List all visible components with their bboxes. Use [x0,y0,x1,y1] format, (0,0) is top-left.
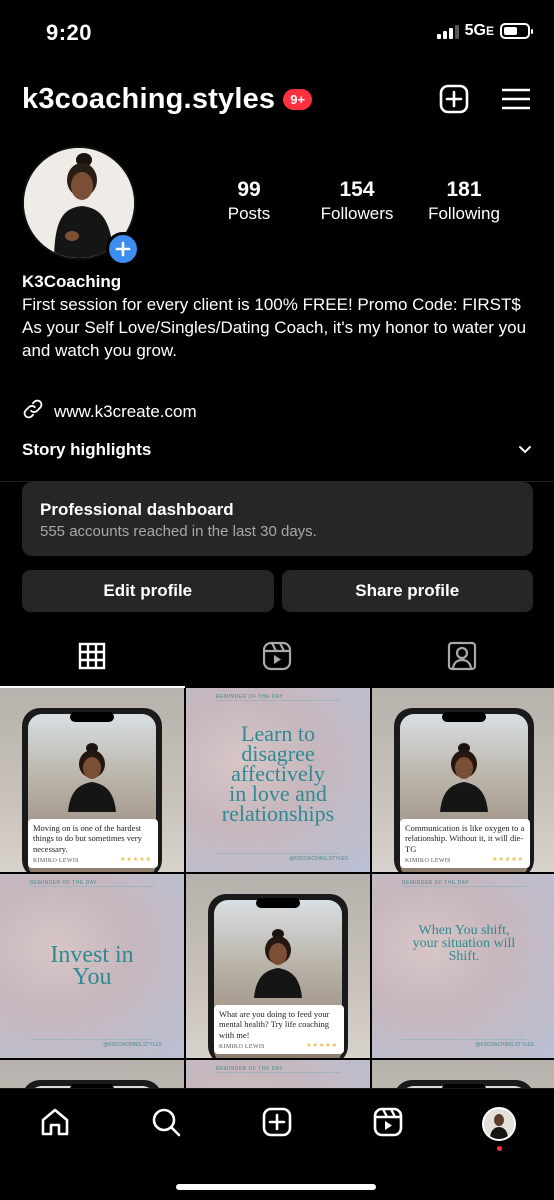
home-indicator [176,1184,376,1190]
profile-stats: 99 Posts 154 Followers 181 Following [195,178,534,224]
notification-dot [496,1146,502,1151]
reels-icon [262,641,292,676]
username-title[interactable]: k3coaching.styles [22,83,275,116]
share-profile-button[interactable]: Share profile [281,570,533,612]
bio-line-2: As your Self Love/Singles/Dating Coach, … [22,318,527,360]
phone-mockup [394,1080,534,1088]
post-quote: Learn to disagree affectively in love an… [221,721,335,826]
post-tile[interactable] [372,1060,554,1088]
network-type: 5GE [464,22,494,39]
signal-icon [436,23,459,39]
content-tabs [0,628,554,688]
tab-reels[interactable] [185,628,370,688]
post-tile[interactable]: REMINDER OF THE DAY Invest in You @K3COACH… [0,874,184,1058]
profile-bio: K3Coaching First session for every clien… [22,270,534,362]
post-tile[interactable]: What are you doing to feed your mental h… [186,874,370,1058]
post-caption: What are you doing to feed your mental h… [214,1004,344,1054]
post-tile[interactable]: REMINDER OF THE DAY When You shift, your … [372,874,554,1058]
dashboard-subtitle: 555 accounts reached in the last 30 days… [40,523,317,540]
hamburger-menu-icon[interactable] [500,83,532,115]
profile-avatar-icon [481,1107,516,1141]
post-tile[interactable]: REMINDER OF THE DAY [186,1060,370,1088]
home-icon [39,1106,71,1143]
bio-line-1: First session for every client is 100% F… [22,295,521,314]
reels-icon [372,1106,404,1143]
edit-profile-button[interactable]: Edit profile [22,570,274,612]
post-caption: Communication is like oxygen to a relati… [400,818,530,868]
plus-square-icon[interactable] [438,83,470,115]
profile-actions: Edit profile Share profile [22,570,533,612]
post-quote: Invest in You [50,942,134,990]
create-post-icon [261,1106,293,1143]
nav-reels[interactable] [332,1106,443,1143]
highlights-label: Story highlights [22,440,152,459]
story-highlights[interactable]: Story highlights [22,440,532,460]
dashboard-title: Professional dashboard [40,500,234,519]
stat-posts[interactable]: 99 Posts [195,178,303,224]
professional-dashboard[interactable]: Professional dashboard 555 accounts reac… [22,482,533,556]
post-caption: Moving on is one of the hardest things t… [28,818,158,868]
profile-header: k3coaching.styles 9+ [22,76,532,122]
link-text[interactable]: www.k3create.com [54,402,197,422]
tagged-icon [447,641,477,676]
nav-profile[interactable] [443,1107,554,1151]
status-bar: 9:20 5GE [0,0,554,66]
post-tile[interactable] [0,1060,184,1088]
nav-home[interactable] [0,1106,111,1143]
post-tile[interactable]: Communication is like oxygen to a relati… [372,688,554,872]
stat-following[interactable]: 181 Following [411,178,517,224]
grid-icon [78,642,106,675]
nav-create[interactable] [222,1106,333,1143]
stat-followers[interactable]: 154 Followers [303,178,411,224]
profile-link[interactable]: www.k3create.com [22,398,197,425]
post-tile[interactable]: Moving on is one of the hardest things t… [0,688,184,872]
status-right: 5GE [436,22,533,40]
post-tile[interactable]: REMINDER OF THE DAY Learn to disagree aff… [186,688,370,872]
nav-search[interactable] [111,1106,222,1143]
add-story-button[interactable] [106,232,140,266]
notification-badge: 9+ [283,88,313,110]
profile-avatar[interactable] [22,146,140,266]
chevron-down-icon[interactable] [518,440,532,460]
link-icon [22,398,44,425]
battery-icon [500,23,533,39]
profile-name: K3Coaching [22,272,122,291]
bottom-navigation [0,1088,554,1200]
status-time: 9:20 [46,20,93,45]
tab-posts[interactable] [0,628,185,688]
phone-mockup [22,1080,162,1088]
search-icon [150,1106,182,1143]
post-quote: When You shift, your situation will Shif… [412,923,516,964]
tab-tagged[interactable] [369,628,554,688]
posts-grid: Moving on is one of the hardest things t… [0,688,554,1088]
